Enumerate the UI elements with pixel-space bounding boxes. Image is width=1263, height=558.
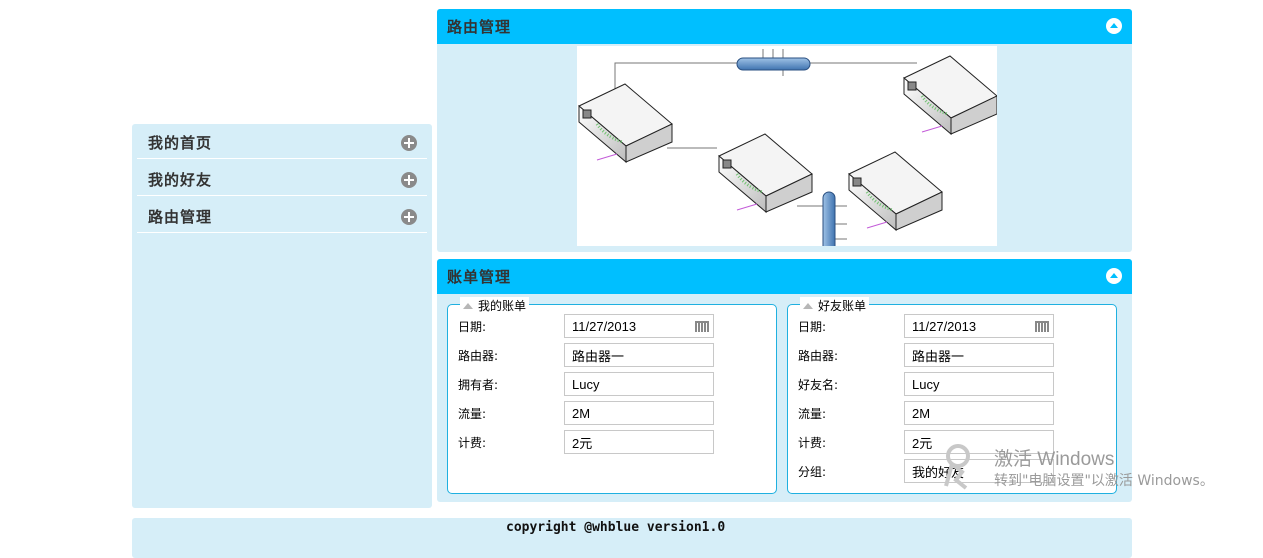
sidebar-item-label: 路由管理: [148, 208, 213, 226]
calendar-icon[interactable]: [1035, 321, 1049, 332]
panel-title: 账单管理: [447, 268, 512, 286]
field-value: 2M: [572, 405, 591, 421]
watermark-subtitle: 转到"电脑设置"以激活 Windows。: [994, 473, 1214, 489]
form-row: 好友名: Lucy: [798, 372, 1054, 396]
left-panel: 我的首页 我的好友 路由管理: [132, 124, 432, 508]
sidebar-item-label: 我的首页: [148, 134, 213, 152]
field-label: 拥有者:: [458, 377, 499, 392]
chevron-up-circle-icon[interactable]: [1106, 268, 1122, 284]
collapse-triangle-icon[interactable]: [803, 302, 813, 309]
date-input[interactable]: 11/27/2013: [564, 314, 714, 338]
field-value: 11/27/2013: [572, 318, 637, 334]
key-icon: [944, 444, 970, 490]
plus-circle-icon[interactable]: [401, 135, 417, 151]
field-label: 好友名:: [798, 377, 839, 392]
form-row: 流量: 2M: [798, 401, 1054, 425]
field-label: 流量:: [458, 406, 487, 421]
my-bill-legend[interactable]: 我的账单: [460, 297, 530, 314]
plus-circle-icon[interactable]: [401, 172, 417, 188]
form-row: 计费: 2元: [458, 430, 714, 454]
field-value: 11/27/2013: [912, 318, 977, 334]
form-row: 路由器: 路由器一: [798, 343, 1054, 367]
form-row: 流量: 2M: [458, 401, 714, 425]
my-bill-fieldset: 我的账单 日期: 11/27/2013 路由器: 路由器一 拥有者: Lucy …: [447, 297, 777, 494]
field-label: 分组:: [798, 464, 827, 479]
plus-circle-icon[interactable]: [401, 209, 417, 225]
date-input[interactable]: 11/27/2013: [904, 314, 1054, 338]
network-diagram: [577, 46, 998, 253]
field-label: 日期:: [458, 319, 487, 334]
field-value: Lucy: [572, 376, 600, 392]
bill-panel-header: 账单管理: [437, 259, 1132, 294]
field-value: 2元: [572, 435, 593, 451]
calendar-icon[interactable]: [695, 321, 709, 332]
field-value: 2元: [912, 435, 933, 451]
form-row: 日期: 11/27/2013: [458, 314, 714, 338]
chevron-up-circle-icon[interactable]: [1106, 18, 1122, 34]
field-label: 路由器:: [798, 348, 839, 363]
friend-name-input[interactable]: Lucy: [904, 372, 1054, 396]
form-row: 拥有者: Lucy: [458, 372, 714, 396]
field-label: 计费:: [798, 435, 827, 450]
traffic-input[interactable]: 2M: [564, 401, 714, 425]
field-value: 路由器一: [572, 348, 625, 364]
field-label: 日期:: [798, 319, 827, 334]
field-label: 流量:: [798, 406, 827, 421]
field-value: 路由器一: [912, 348, 965, 364]
panel-title: 路由管理: [447, 18, 512, 36]
owner-input[interactable]: Lucy: [564, 372, 714, 396]
fee-input[interactable]: 2元: [564, 430, 714, 454]
field-value: Lucy: [912, 376, 940, 392]
windows-activation-watermark: 激活 Windows 转到"电脑设置"以激活 Windows。: [940, 442, 1240, 492]
friend-bill-legend[interactable]: 好友账单: [800, 297, 870, 314]
footer: copyright @whblue version1.0: [132, 518, 1132, 558]
traffic-input[interactable]: 2M: [904, 401, 1054, 425]
router-input[interactable]: 路由器一: [904, 343, 1054, 367]
legend-label: 好友账单: [818, 299, 867, 313]
watermark-title: 激活 Windows: [994, 449, 1115, 470]
copyright-text: copyright @whblue version1.0: [506, 520, 726, 535]
router-input[interactable]: 路由器一: [564, 343, 714, 367]
sidebar-item-home[interactable]: 我的首页: [137, 127, 427, 159]
network-diagram-image: [578, 49, 998, 253]
field-label: 路由器:: [458, 348, 499, 363]
sidebar-item-router[interactable]: 路由管理: [137, 201, 427, 233]
legend-label: 我的账单: [478, 299, 527, 313]
router-panel-header: 路由管理: [437, 9, 1132, 44]
field-label: 计费:: [458, 435, 487, 450]
router-panel: 路由管理: [437, 9, 1132, 253]
form-row: 日期: 11/27/2013: [798, 314, 1054, 338]
sidebar-item-friends[interactable]: 我的好友: [137, 164, 427, 196]
form-row: 路由器: 路由器一: [458, 343, 714, 367]
field-value: 2M: [912, 405, 931, 421]
sidebar-item-label: 我的好友: [148, 171, 213, 189]
collapse-triangle-icon[interactable]: [463, 302, 473, 309]
